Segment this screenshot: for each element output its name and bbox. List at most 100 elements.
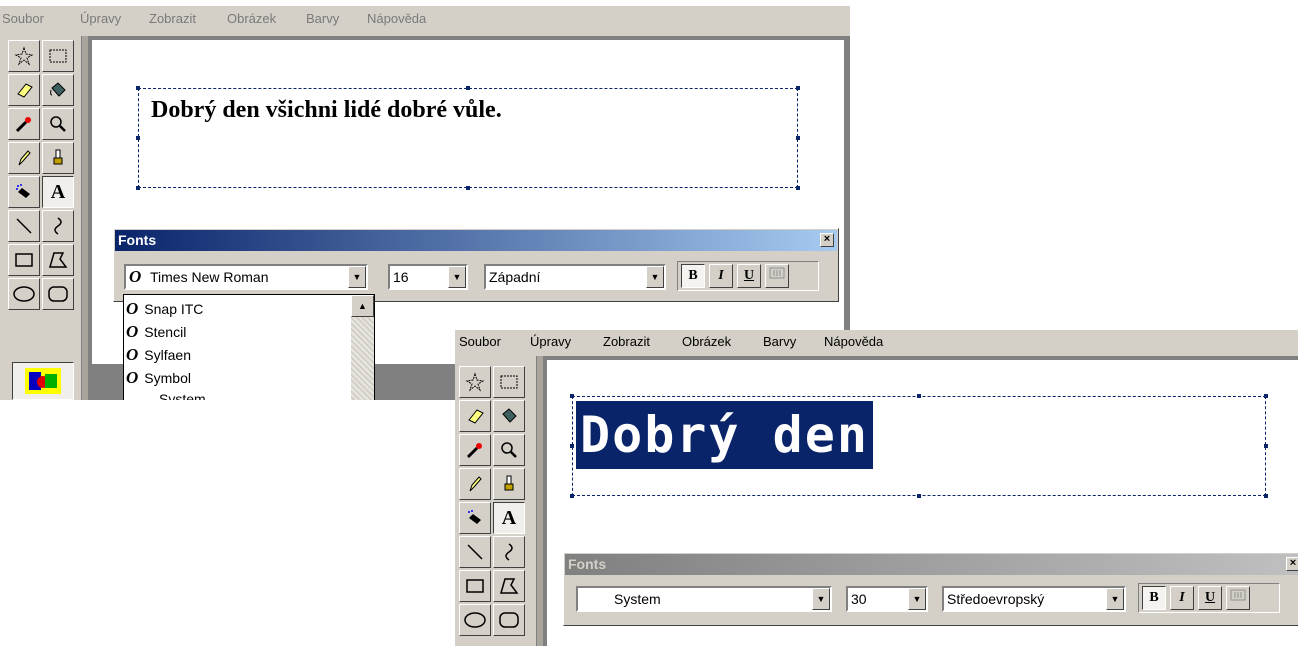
script-value: Středoevropský <box>947 591 1045 607</box>
text-tool-icon[interactable]: A <box>493 502 525 534</box>
close-icon[interactable]: × <box>820 233 834 247</box>
font-name-dropdown-list[interactable]: O Snap ITC O Stencil O Sylfaen O Symbol Syst… <box>123 294 375 400</box>
menu-zobrazit[interactable]: Zobrazit <box>603 334 650 349</box>
ellipse-icon[interactable] <box>459 604 491 636</box>
chevron-down-icon[interactable]: ▼ <box>646 266 664 288</box>
menu-upravy[interactable]: Úpravy <box>80 11 121 26</box>
rectangle-icon[interactable] <box>8 244 40 276</box>
curve-icon[interactable] <box>42 210 74 242</box>
chevron-down-icon[interactable]: ▼ <box>1106 588 1124 610</box>
airbrush-icon[interactable] <box>459 502 491 534</box>
italic-button[interactable]: I <box>709 264 733 288</box>
airbrush-icon[interactable] <box>8 176 40 208</box>
menu-soubor[interactable]: Soubor <box>2 11 44 26</box>
font-name-value: System <box>614 591 661 607</box>
resize-handle[interactable] <box>570 444 574 448</box>
line-icon[interactable] <box>8 210 40 242</box>
resize-handle[interactable] <box>136 86 140 90</box>
list-item[interactable]: O Snap ITC <box>126 299 203 323</box>
script-combo[interactable]: Západní ▼ <box>484 264 666 290</box>
rounded-rect-icon[interactable] <box>493 604 525 636</box>
resize-handle[interactable] <box>466 86 470 90</box>
fill-bucket-icon[interactable] <box>493 400 525 432</box>
menu-zobrazit[interactable]: Zobrazit <box>149 11 196 26</box>
pencil-icon[interactable] <box>459 468 491 500</box>
rounded-rect-icon[interactable] <box>42 278 74 310</box>
scroll-up-icon[interactable]: ▲ <box>351 295 374 317</box>
rectangle-icon[interactable] <box>459 570 491 602</box>
chevron-down-icon[interactable]: ▼ <box>908 588 926 610</box>
menu-barvy[interactable]: Barvy <box>763 334 796 349</box>
magnifier-icon[interactable] <box>493 434 525 466</box>
toolbox: A <box>455 356 543 646</box>
resize-handle[interactable] <box>136 186 140 190</box>
pencil-icon[interactable] <box>8 142 40 174</box>
resize-handle[interactable] <box>466 186 470 190</box>
eraser-icon[interactable] <box>8 74 40 106</box>
polygon-icon[interactable] <box>42 244 74 276</box>
transparency-option-icon[interactable] <box>12 362 74 400</box>
list-item[interactable]: System <box>159 391 206 400</box>
scrollbar[interactable]: ▲ <box>351 295 374 400</box>
menu-obrazek[interactable]: Obrázek <box>682 334 731 349</box>
curve-icon[interactable] <box>493 536 525 568</box>
font-size-combo[interactable]: 16 ▼ <box>388 264 468 290</box>
chevron-down-icon[interactable]: ▼ <box>812 588 830 610</box>
format-buttons: B I U <box>1138 583 1280 613</box>
free-select-icon[interactable] <box>459 366 491 398</box>
script-value: Západní <box>489 269 541 285</box>
resize-handle[interactable] <box>570 494 574 498</box>
font-name-combo[interactable]: System ▼ <box>576 586 832 612</box>
ellipse-icon[interactable] <box>8 278 40 310</box>
menu-barvy[interactable]: Barvy <box>306 11 339 26</box>
bold-button[interactable]: B <box>1142 586 1166 610</box>
resize-handle[interactable] <box>796 186 800 190</box>
polygon-icon[interactable] <box>493 570 525 602</box>
bold-button[interactable]: B <box>681 264 705 288</box>
chevron-down-icon[interactable]: ▼ <box>348 266 366 288</box>
fonts-title: Fonts × <box>565 554 1298 575</box>
resize-handle[interactable] <box>917 494 921 498</box>
underline-button[interactable]: U <box>1198 586 1222 610</box>
chevron-down-icon[interactable]: ▼ <box>448 266 466 288</box>
rect-select-icon[interactable] <box>42 40 74 72</box>
font-size-combo[interactable]: 30 ▼ <box>846 586 928 612</box>
list-item[interactable]: O Stencil <box>126 322 186 346</box>
list-item[interactable]: O Symbol <box>126 368 191 392</box>
brush-icon[interactable] <box>493 468 525 500</box>
resize-handle[interactable] <box>917 394 921 398</box>
fill-bucket-icon[interactable] <box>42 74 74 106</box>
rect-select-icon[interactable] <box>493 366 525 398</box>
truetype-icon: O <box>126 368 139 387</box>
toolbox: A <box>0 36 88 400</box>
underline-button[interactable]: U <box>737 264 761 288</box>
resize-handle[interactable] <box>796 86 800 90</box>
font-name-value: Times New Roman <box>150 269 269 285</box>
free-select-icon[interactable] <box>8 40 40 72</box>
menu-soubor[interactable]: Soubor <box>459 334 501 349</box>
italic-button[interactable]: I <box>1170 586 1194 610</box>
resize-handle[interactable] <box>570 394 574 398</box>
line-icon[interactable] <box>459 536 491 568</box>
eraser-icon[interactable] <box>459 400 491 432</box>
menu-upravy[interactable]: Úpravy <box>530 334 571 349</box>
brush-icon[interactable] <box>42 142 74 174</box>
list-item[interactable]: O Sylfaen <box>126 345 191 369</box>
magnifier-icon[interactable] <box>42 108 74 140</box>
text-box[interactable]: Dobrý den <box>570 394 1268 498</box>
font-name-combo[interactable]: O Times New Roman ▼ <box>124 264 368 290</box>
resize-handle[interactable] <box>136 136 140 140</box>
resize-handle[interactable] <box>796 136 800 140</box>
menu-obrazek[interactable]: Obrázek <box>227 11 276 26</box>
color-picker-icon[interactable] <box>459 434 491 466</box>
menu-napoveda[interactable]: Nápověda <box>367 11 426 26</box>
text-tool-icon[interactable]: A <box>42 176 74 208</box>
resize-handle[interactable] <box>1264 444 1268 448</box>
menu-napoveda[interactable]: Nápověda <box>824 334 883 349</box>
resize-handle[interactable] <box>1264 394 1268 398</box>
close-icon[interactable]: × <box>1286 557 1298 571</box>
resize-handle[interactable] <box>1264 494 1268 498</box>
text-box[interactable]: Dobrý den všichni lidé dobré vůle. <box>136 86 800 190</box>
script-combo[interactable]: Středoevropský ▼ <box>942 586 1126 612</box>
color-picker-icon[interactable] <box>8 108 40 140</box>
